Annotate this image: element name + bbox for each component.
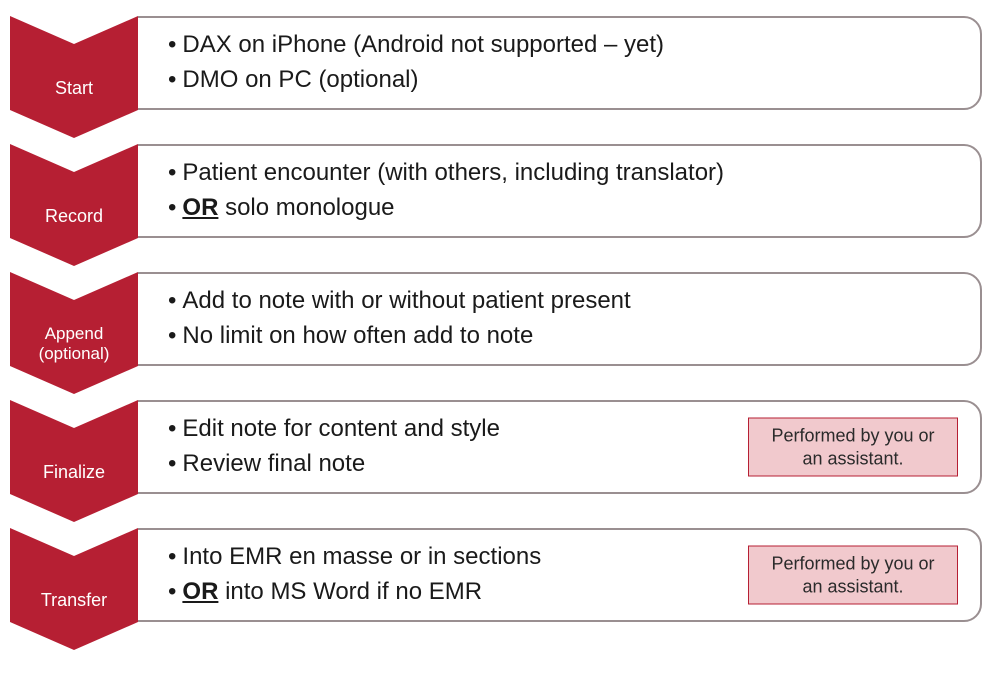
bullet: Patient encounter (with others, includin… bbox=[168, 156, 724, 191]
step-content: Add to note with or without patient pres… bbox=[114, 272, 982, 366]
step-finalize: Finalize Edit note for content and style… bbox=[10, 400, 982, 494]
chevron-record: Record bbox=[10, 144, 138, 238]
step-label: Finalize bbox=[10, 428, 138, 516]
bullet: OR solo monologue bbox=[168, 191, 724, 226]
chevron-start: Start bbox=[10, 16, 138, 110]
bullet: Edit note for content and style bbox=[168, 412, 500, 447]
bullet: OR into MS Word if no EMR bbox=[168, 575, 541, 610]
step-record: Record Patient encounter (with others, i… bbox=[10, 144, 982, 238]
note-box: Performed by you or an assistant. bbox=[748, 418, 958, 477]
bullet: Review final note bbox=[168, 447, 500, 482]
step-label: Record bbox=[10, 172, 138, 260]
chevron-append: Append (optional) bbox=[10, 272, 138, 366]
step-label: Start bbox=[10, 44, 138, 132]
bullet: Into EMR en masse or in sections bbox=[168, 540, 541, 575]
step-transfer: Transfer Into EMR en masse or in section… bbox=[10, 528, 982, 622]
step-label: Append (optional) bbox=[10, 300, 138, 388]
chevron-transfer: Transfer bbox=[10, 528, 138, 622]
step-start: Start DAX on iPhone (Android not support… bbox=[10, 16, 982, 110]
note-box: Performed by you or an assistant. bbox=[748, 546, 958, 605]
step-content: Into EMR en masse or in sections OR into… bbox=[114, 528, 982, 622]
step-content: DAX on iPhone (Android not supported – y… bbox=[114, 16, 982, 110]
step-label: Transfer bbox=[10, 556, 138, 644]
bullet: Add to note with or without patient pres… bbox=[168, 284, 631, 319]
step-append: Append (optional) Add to note with or wi… bbox=[10, 272, 982, 366]
step-content: Patient encounter (with others, includin… bbox=[114, 144, 982, 238]
bullet: DMO on PC (optional) bbox=[168, 63, 664, 98]
chevron-finalize: Finalize bbox=[10, 400, 138, 494]
bullet: DAX on iPhone (Android not supported – y… bbox=[168, 28, 664, 63]
step-content: Edit note for content and style Review f… bbox=[114, 400, 982, 494]
bullet: No limit on how often add to note bbox=[168, 319, 631, 354]
